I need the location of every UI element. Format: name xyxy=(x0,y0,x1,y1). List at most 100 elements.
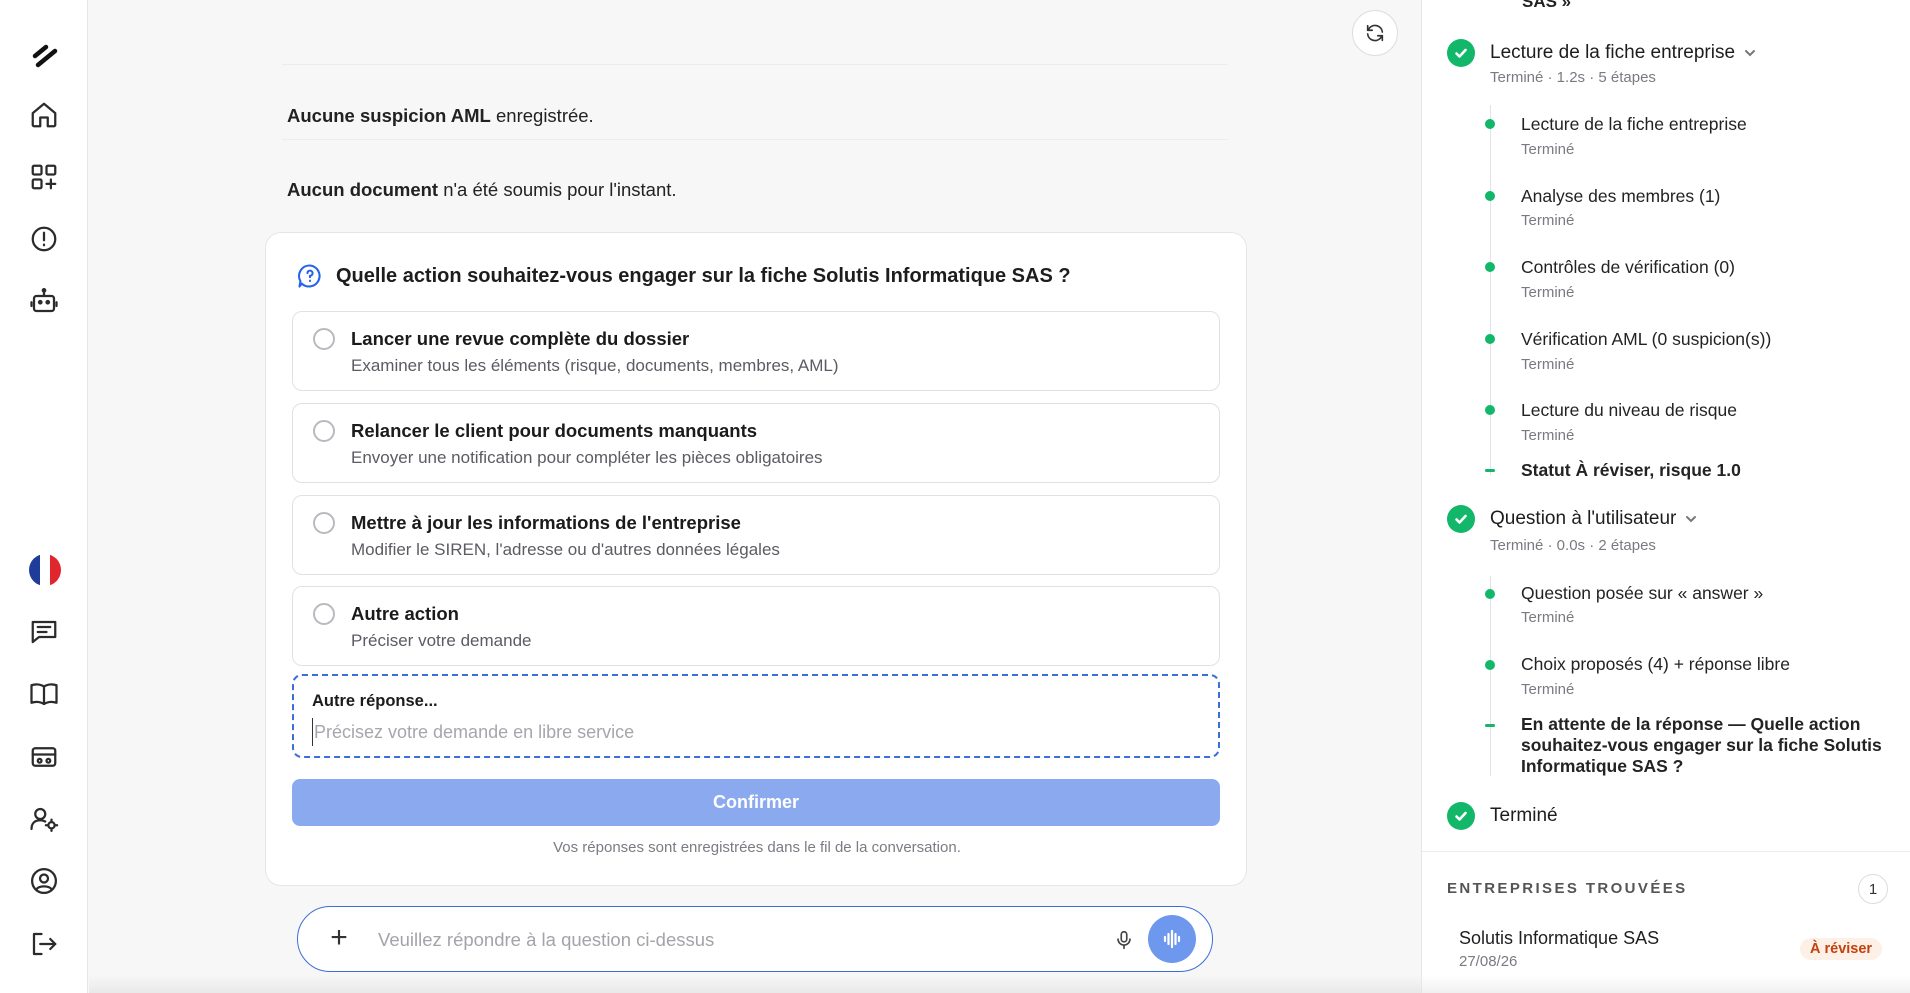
left-sidebar xyxy=(0,0,88,993)
chevron-down-icon xyxy=(1745,50,1756,57)
step-complete-check-icon xyxy=(1447,802,1475,830)
message-composer: + xyxy=(297,906,1213,972)
step-title: Question à l'utilisateur xyxy=(1490,508,1677,529)
radio-button[interactable] xyxy=(313,512,335,534)
id-card-icon[interactable] xyxy=(24,737,64,777)
status-badge: À réviser xyxy=(1800,938,1883,960)
step-meta: Terminé · 0.0s · 2 étapes xyxy=(1490,537,1656,554)
other-answer-label: Autre réponse... xyxy=(312,692,438,710)
step-header-company-read[interactable]: Lecture de la fiche entreprise xyxy=(1490,42,1757,64)
substep-title: Contrôles de vérification (0) xyxy=(1521,257,1735,277)
step-header-done: Terminé xyxy=(1490,805,1558,827)
voice-mode-button[interactable] xyxy=(1148,915,1196,963)
substep-title: Analyse des membres (1) xyxy=(1521,186,1721,206)
company-date: 27/08/26 xyxy=(1459,953,1518,970)
other-answer-box[interactable]: Autre réponse... xyxy=(292,674,1220,758)
alert-circle-icon[interactable] xyxy=(24,219,64,259)
option-title: Mettre à jour les informations de l'entr… xyxy=(351,512,741,533)
answers-note: Vos réponses sont enregistrées dans le f… xyxy=(553,839,961,856)
companies-count-badge: 1 xyxy=(1858,874,1888,904)
radio-button[interactable] xyxy=(313,603,335,625)
substep-status: Terminé xyxy=(1521,609,1575,626)
chat-main: Aucune suspicion AML enregistrée. Aucun … xyxy=(89,0,1421,993)
substep-status: Terminé xyxy=(1521,284,1575,301)
question-bubble-icon xyxy=(297,264,321,288)
substep-status: Terminé xyxy=(1521,681,1575,698)
option-other-action[interactable]: Autre action Préciser votre demande xyxy=(292,586,1220,666)
option-title: Lancer une revue complète du dossier xyxy=(351,328,690,349)
option-title: Autre action xyxy=(351,603,459,624)
refresh-button[interactable] xyxy=(1352,10,1398,56)
process-panel: SAS » Lecture de la fiche entreprise Ter… xyxy=(1421,0,1910,993)
question-title: Quelle action souhaitez-vous engager sur… xyxy=(296,262,1071,290)
book-icon[interactable] xyxy=(24,674,64,714)
divider xyxy=(1422,851,1910,852)
substep-dot xyxy=(1485,262,1495,272)
option-description: Préciser votre demande xyxy=(351,631,532,650)
apps-add-icon[interactable] xyxy=(24,157,64,197)
substep-title: Choix proposés (4) + réponse libre xyxy=(1521,654,1790,674)
divider xyxy=(282,64,1228,65)
user-circle-icon[interactable] xyxy=(24,861,64,901)
company-name-link[interactable]: Solutis Informatique SAS xyxy=(1459,928,1659,949)
message-input[interactable] xyxy=(378,925,1078,955)
substep-dot xyxy=(1485,660,1495,670)
substep-title: Statut À réviser, risque 1.0 xyxy=(1521,460,1741,480)
chevron-down-icon xyxy=(1686,516,1697,523)
substep-dot xyxy=(1485,191,1495,201)
documents-status-text: Aucun document n'a été soumis pour l'ins… xyxy=(287,179,677,200)
divider xyxy=(282,139,1228,140)
bottom-fade xyxy=(89,975,1421,993)
substep-status: Terminé xyxy=(1521,141,1575,158)
option-title: Relancer le client pour documents manqua… xyxy=(351,420,758,441)
aml-status-text: Aucune suspicion AML enregistrée. xyxy=(287,105,594,126)
radio-button[interactable] xyxy=(313,328,335,350)
option-full-review[interactable]: Lancer une revue complète du dossier Exa… xyxy=(292,311,1220,391)
timeline-line xyxy=(1490,105,1491,475)
step-title: Terminé xyxy=(1490,805,1558,826)
substep-dot xyxy=(1485,405,1495,415)
bottom-fade xyxy=(1422,975,1910,993)
companies-heading: ENTREPRISES TROUVÉES xyxy=(1447,880,1688,897)
step-complete-check-icon xyxy=(1447,39,1475,67)
step-meta: Terminé · 1.2s · 5 étapes xyxy=(1490,69,1656,86)
microphone-icon xyxy=(1117,930,1131,950)
radio-button[interactable] xyxy=(313,420,335,442)
substep-title: Lecture de la fiche entreprise xyxy=(1521,114,1747,134)
substep-dot xyxy=(1485,589,1495,599)
substep-status: Terminé xyxy=(1521,356,1575,373)
timeline-line xyxy=(1490,576,1491,776)
substep-dash xyxy=(1485,469,1495,472)
question-card: Quelle action souhaitez-vous engager sur… xyxy=(265,232,1247,886)
truncated-step-text: SAS » xyxy=(1522,0,1572,11)
robot-icon[interactable] xyxy=(24,281,64,321)
refresh-icon xyxy=(1366,24,1384,42)
substep-status: Terminé xyxy=(1521,212,1575,229)
user-settings-icon[interactable] xyxy=(24,799,64,839)
substep-title: Lecture du niveau de risque xyxy=(1521,400,1737,420)
option-remind-client[interactable]: Relancer le client pour documents manqua… xyxy=(292,403,1220,483)
french-flag-icon[interactable] xyxy=(29,554,61,586)
substep-title: Question posée sur « answer » xyxy=(1521,583,1764,603)
other-answer-input[interactable] xyxy=(312,718,1192,746)
substep-dot xyxy=(1485,119,1495,129)
step-complete-check-icon xyxy=(1447,505,1475,533)
chat-icon[interactable] xyxy=(24,612,64,652)
confirm-button[interactable]: Confirmer xyxy=(292,779,1220,826)
substep-dot xyxy=(1485,334,1495,344)
option-description: Envoyer une notification pour compléter … xyxy=(351,448,823,467)
logo-icon[interactable] xyxy=(24,36,64,76)
option-description: Examiner tous les éléments (risque, docu… xyxy=(351,356,839,375)
substep-dash xyxy=(1485,724,1495,727)
option-update-company[interactable]: Mettre à jour les informations de l'entr… xyxy=(292,495,1220,575)
step-header-user-question[interactable]: Question à l'utilisateur xyxy=(1490,508,1698,530)
option-description: Modifier le SIREN, l'adresse ou d'autres… xyxy=(351,540,780,559)
microphone-button[interactable] xyxy=(1109,925,1139,955)
step-title: Lecture de la fiche entreprise xyxy=(1490,42,1736,63)
substep-title: Vérification AML (0 suspicion(s)) xyxy=(1521,329,1772,349)
logout-icon[interactable] xyxy=(24,924,64,964)
substep-title: En attente de la réponse — Quelle action… xyxy=(1521,714,1882,776)
waveform-icon xyxy=(1163,929,1181,949)
add-attachment-button[interactable]: + xyxy=(324,923,354,954)
home-icon[interactable] xyxy=(24,95,64,135)
